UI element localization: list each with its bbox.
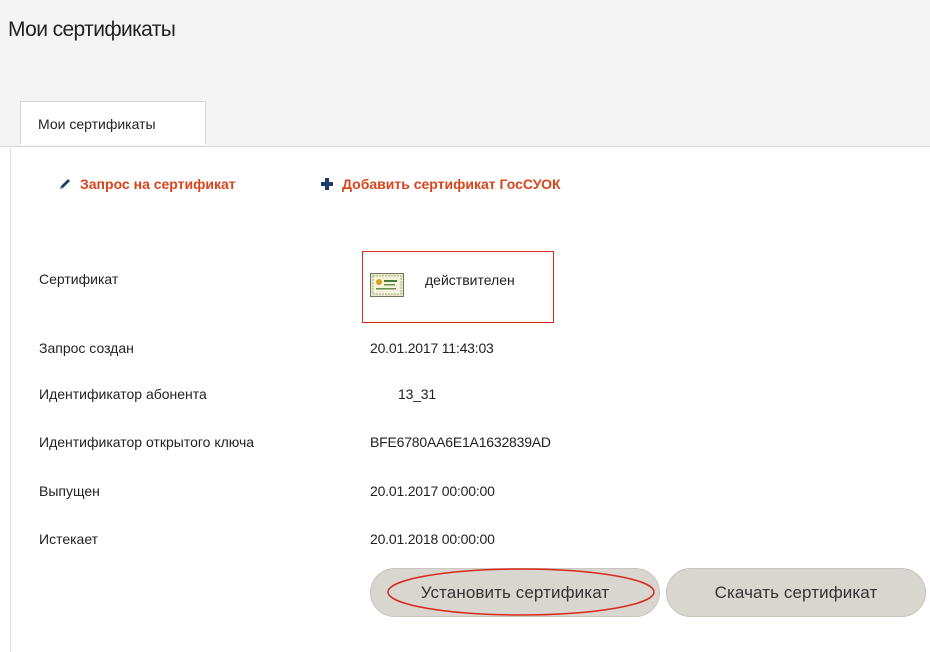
- download-certificate-button[interactable]: Скачать сертификат: [666, 568, 926, 617]
- install-certificate-button[interactable]: Установить сертификат: [370, 568, 660, 617]
- request-certificate-link[interactable]: Запрос на сертификат: [58, 176, 236, 192]
- pencil-icon: [58, 177, 72, 191]
- tab-strip: Мои сертификаты: [0, 92, 930, 147]
- public-key-id-label: Идентификатор открытого ключа: [39, 434, 255, 450]
- expires-label: Истекает: [39, 531, 99, 547]
- request-certificate-label: Запрос на сертификат: [80, 176, 236, 192]
- page-title: Мои сертификаты: [8, 18, 176, 41]
- certificate-status: действителен: [425, 272, 515, 288]
- subscriber-id-label: Идентификатор абонента: [39, 386, 207, 402]
- content-border: [10, 146, 11, 652]
- public-key-id-value: BFE6780AA6E1A1632839AD: [370, 434, 551, 450]
- request-created-label: Запрос создан: [39, 340, 134, 356]
- add-goscuok-certificate-label: Добавить сертификат ГосСУОК: [342, 176, 561, 192]
- plus-icon: [320, 177, 334, 191]
- certificate-icon: [370, 273, 404, 297]
- issued-label: Выпущен: [39, 483, 100, 499]
- subscriber-id-value: 13_31: [398, 386, 436, 402]
- request-created-value: 20.01.2017 11:43:03: [370, 340, 494, 356]
- page-header: Мои сертификаты: [0, 0, 930, 92]
- certificate-status-box: действителен: [362, 251, 554, 323]
- issued-value: 20.01.2017 00:00:00: [370, 483, 495, 499]
- expires-value: 20.01.2018 00:00:00: [370, 531, 495, 547]
- add-goscuok-certificate-link[interactable]: Добавить сертификат ГосСУОК: [320, 176, 561, 192]
- certificate-label: Сертификат: [39, 271, 119, 287]
- tab-my-certificates[interactable]: Мои сертификаты: [20, 101, 206, 145]
